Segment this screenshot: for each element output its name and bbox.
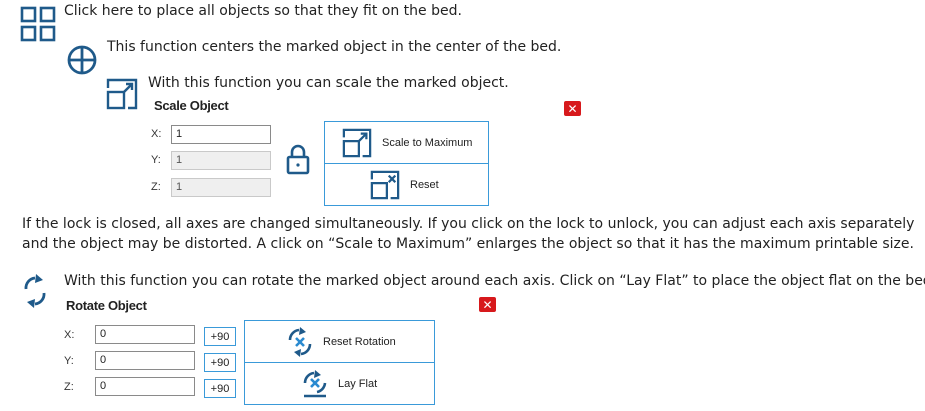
scale-icon[interactable] — [106, 78, 138, 110]
center-crosshair-icon[interactable] — [66, 44, 98, 76]
rotate-x-plus90-button[interactable]: +90 — [204, 327, 236, 346]
lay-flat-button[interactable]: Lay Flat — [245, 363, 434, 404]
lock-description-line2: and the object may be distorted. A click… — [22, 236, 914, 252]
rotate-button-group: Reset Rotation Lay Flat — [244, 320, 435, 405]
scale-y-label: Y: — [151, 154, 161, 166]
lock-description-line1: If the lock is closed, all axes are chan… — [22, 216, 915, 232]
rotate-description: With this function you can rotate the ma… — [64, 273, 925, 289]
rotate-panel-title: Rotate Object — [66, 298, 147, 313]
lock-icon[interactable] — [286, 143, 310, 175]
scale-panel-title: Scale Object — [154, 98, 229, 113]
scale-reset-button[interactable]: Reset — [325, 164, 488, 205]
arrange-icon[interactable] — [20, 6, 56, 42]
reset-rotation-icon — [285, 326, 315, 357]
rotate-icon[interactable] — [21, 274, 49, 308]
rotate-z-plus90-button[interactable]: +90 — [204, 379, 236, 398]
scale-z-field[interactable]: 1 — [171, 178, 271, 197]
center-description: This function centers the marked object … — [107, 39, 562, 55]
reset-rotation-label: Reset Rotation — [323, 335, 396, 348]
lay-flat-label: Lay Flat — [338, 377, 378, 390]
scale-y-field[interactable]: 1 — [171, 151, 271, 170]
rotate-x-label: X: — [64, 329, 75, 341]
rotate-y-field[interactable]: 0 — [95, 351, 195, 370]
arrange-description: Click here to place all objects so that … — [64, 3, 462, 19]
scale-panel-close-button[interactable]: ✕ — [564, 101, 581, 116]
scale-button-group: Scale to Maximum Reset — [324, 121, 489, 206]
scale-to-maximum-label: Scale to Maximum — [382, 136, 473, 149]
scale-reset-label: Reset — [410, 178, 439, 191]
scale-max-icon — [342, 128, 372, 158]
rotate-y-plus90-button[interactable]: +90 — [204, 353, 236, 372]
scale-x-field[interactable]: 1 — [171, 125, 271, 144]
scale-x-label: X: — [151, 128, 162, 140]
rotate-z-label: Z: — [64, 381, 74, 393]
reset-rotation-button[interactable]: Reset Rotation — [245, 321, 434, 363]
lay-flat-icon — [299, 369, 331, 399]
scale-z-label: Z: — [151, 181, 161, 193]
scale-description: With this function you can scale the mar… — [148, 75, 509, 91]
scale-reset-icon — [370, 170, 400, 200]
rotate-z-field[interactable]: 0 — [95, 377, 195, 396]
scale-to-maximum-button[interactable]: Scale to Maximum — [325, 122, 488, 164]
rotate-y-label: Y: — [64, 355, 74, 367]
rotate-panel-close-button[interactable]: ✕ — [479, 297, 496, 312]
rotate-x-field[interactable]: 0 — [95, 325, 195, 344]
